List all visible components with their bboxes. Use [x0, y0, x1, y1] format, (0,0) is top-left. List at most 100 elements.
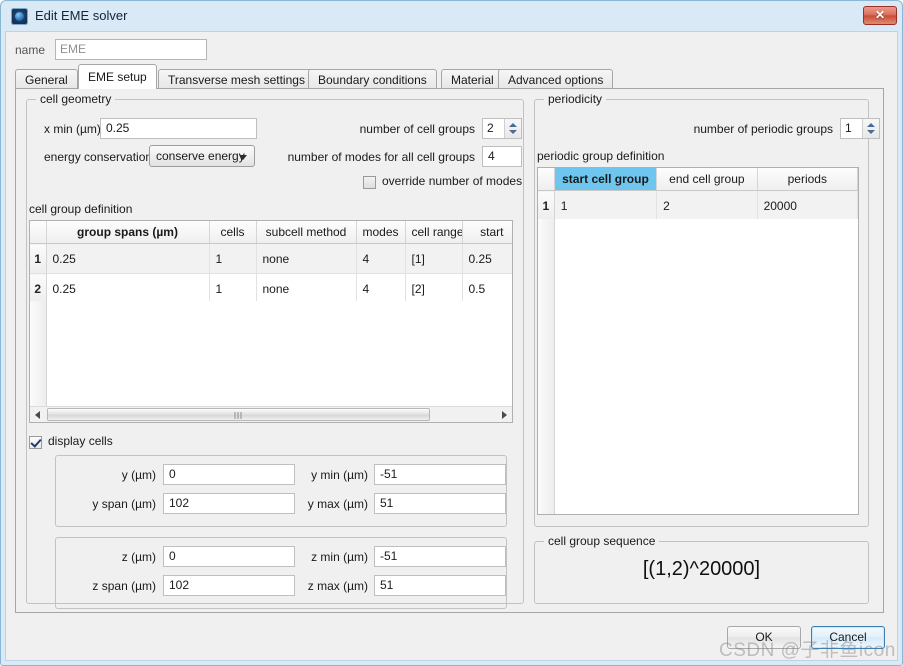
cell-group-definition-table[interactable]: group spans (µm) cells subcell method mo… — [29, 220, 513, 423]
title-bar: Edit EME solver ✕ — [5, 4, 900, 31]
number-of-cell-groups-stepper[interactable]: 2 — [482, 118, 522, 139]
y-min-label: y min (µm) — [311, 468, 368, 482]
number-of-modes-label: number of modes for all cell groups — [287, 150, 475, 164]
display-cells-checkbox[interactable] — [29, 436, 42, 449]
table-row[interactable]: 2 0.25 1 none 4 [2] 0.5 — [30, 273, 512, 304]
number-of-periodic-groups-stepper[interactable]: 1 — [840, 118, 880, 139]
periodicity-group: periodicity number of periodic groups 1 … — [534, 92, 880, 527]
tab-material[interactable]: Material — [441, 69, 504, 89]
x-min-input[interactable]: 0.25 — [100, 118, 257, 139]
cell-cells[interactable]: 1 — [209, 273, 257, 304]
col-periods[interactable]: periods — [757, 168, 858, 191]
col-start[interactable]: start — [462, 221, 512, 244]
cell-modes[interactable]: 4 — [356, 243, 406, 274]
cancel-button[interactable]: Cancel — [811, 626, 885, 649]
y-coordinates-panel: y (µm) 0 y span (µm) 102 y min (µm) -51 … — [55, 455, 507, 527]
col-modes[interactable]: modes — [356, 221, 406, 244]
y-min-input[interactable]: -51 — [374, 464, 506, 485]
cell-subcell-method[interactable]: none — [256, 273, 357, 304]
table-horizontal-scrollbar[interactable] — [30, 406, 512, 422]
y-span-label: y span (µm) — [92, 497, 156, 511]
cell-periods[interactable]: 20000 — [757, 190, 858, 221]
name-input[interactable]: EME — [55, 39, 207, 60]
cell-modes[interactable]: 4 — [356, 273, 406, 304]
close-icon[interactable]: ✕ — [863, 6, 897, 25]
col-start-cell-group[interactable]: start cell group — [554, 168, 658, 191]
stepper-buttons[interactable] — [504, 119, 521, 138]
y-max-label: y max (µm) — [307, 497, 368, 511]
z-min-label: z min (µm) — [311, 550, 368, 564]
number-of-modes-input[interactable]: 4 — [482, 146, 522, 167]
periodic-group-definition-label: periodic group definition — [537, 149, 665, 163]
cell-cell-range[interactable]: [2] — [405, 273, 463, 304]
tab-strip: General EME setup Transverse mesh settin… — [15, 64, 884, 89]
name-label: name — [15, 43, 46, 57]
cell-end-cell-group[interactable]: 2 — [656, 190, 758, 221]
ok-button[interactable]: OK — [727, 626, 801, 649]
tab-boundary-conditions[interactable]: Boundary conditions — [308, 69, 437, 89]
row-number: 1 — [30, 243, 47, 274]
stepper-buttons[interactable] — [862, 119, 879, 138]
cell-geometry-title: cell geometry — [36, 92, 116, 106]
z-input[interactable]: 0 — [163, 546, 295, 567]
stepper-up-icon[interactable] — [509, 123, 517, 127]
z-max-input[interactable]: 51 — [374, 575, 506, 596]
override-number-of-modes-label: override number of modes — [382, 174, 523, 188]
cell-group-spans[interactable]: 0.25 — [46, 243, 210, 274]
cell-group-spans[interactable]: 0.25 — [46, 273, 210, 304]
cell-cells[interactable]: 1 — [209, 243, 257, 274]
cell-group-sequence-title: cell group sequence — [544, 534, 660, 548]
stepper-down-icon[interactable] — [509, 130, 517, 134]
tab-general[interactable]: General — [15, 69, 78, 89]
row-number: 2 — [30, 273, 47, 304]
table-empty-area — [30, 301, 512, 406]
z-span-input[interactable]: 102 — [163, 575, 295, 596]
y-max-input[interactable]: 51 — [374, 493, 506, 514]
cell-start[interactable]: 0.5 — [462, 273, 512, 304]
table-row[interactable]: 1 1 2 20000 — [538, 190, 858, 221]
number-of-cell-groups-label: number of cell groups — [359, 122, 475, 136]
tab-advanced-options[interactable]: Advanced options — [498, 69, 614, 89]
col-cell-range[interactable]: cell range — [405, 221, 463, 244]
stepper-down-icon[interactable] — [867, 130, 875, 134]
scroll-right-icon[interactable] — [496, 407, 512, 422]
periodic-group-grid: start cell group end cell group periods … — [538, 168, 858, 221]
table-row[interactable]: 1 0.25 1 none 4 [1] 0.25 — [30, 243, 512, 274]
col-cells[interactable]: cells — [209, 221, 257, 244]
cell-start-cell-group[interactable]: 1 — [554, 190, 658, 221]
table-header-row: group spans (µm) cells subcell method mo… — [30, 221, 512, 244]
scrollbar-thumb[interactable] — [47, 408, 430, 421]
y-span-input[interactable]: 102 — [163, 493, 295, 514]
y-label: y (µm) — [121, 468, 156, 482]
table-empty-area — [538, 219, 858, 514]
z-coordinates-panel: z (µm) 0 z span (µm) 102 z min (µm) -51 … — [55, 537, 507, 609]
stepper-up-icon[interactable] — [867, 123, 875, 127]
table-row-gutter — [538, 219, 555, 514]
override-number-of-modes-checkbox[interactable] — [363, 176, 376, 189]
cell-cell-range[interactable]: [1] — [405, 243, 463, 274]
cell-group-grid: group spans (µm) cells subcell method mo… — [30, 221, 512, 304]
cell-start[interactable]: 0.25 — [462, 243, 512, 274]
col-rownum — [30, 221, 47, 244]
col-end-cell-group[interactable]: end cell group — [656, 168, 758, 191]
z-max-label: z max (µm) — [307, 579, 368, 593]
col-rownum — [538, 168, 555, 191]
tab-transverse-mesh-settings[interactable]: Transverse mesh settings — [158, 69, 315, 89]
periodic-group-definition-table[interactable]: start cell group end cell group periods … — [537, 167, 859, 515]
cell-group-definition-label: cell group definition — [29, 202, 133, 216]
z-label: z (µm) — [121, 550, 156, 564]
window-title: Edit EME solver — [35, 8, 128, 23]
row-number: 1 — [538, 190, 555, 221]
col-group-spans[interactable]: group spans (µm) — [46, 221, 210, 244]
z-min-input[interactable]: -51 — [374, 546, 506, 567]
periodicity-title: periodicity — [544, 92, 607, 106]
scrollbar-grip — [234, 412, 243, 419]
tab-eme-setup[interactable]: EME setup — [78, 64, 157, 89]
app-icon — [11, 8, 28, 25]
scroll-left-icon[interactable] — [30, 407, 46, 422]
z-span-label: z span (µm) — [92, 579, 156, 593]
x-min-label: x min (µm) — [44, 122, 101, 136]
cell-subcell-method[interactable]: none — [256, 243, 357, 274]
y-input[interactable]: 0 — [163, 464, 295, 485]
col-subcell-method[interactable]: subcell method — [256, 221, 357, 244]
